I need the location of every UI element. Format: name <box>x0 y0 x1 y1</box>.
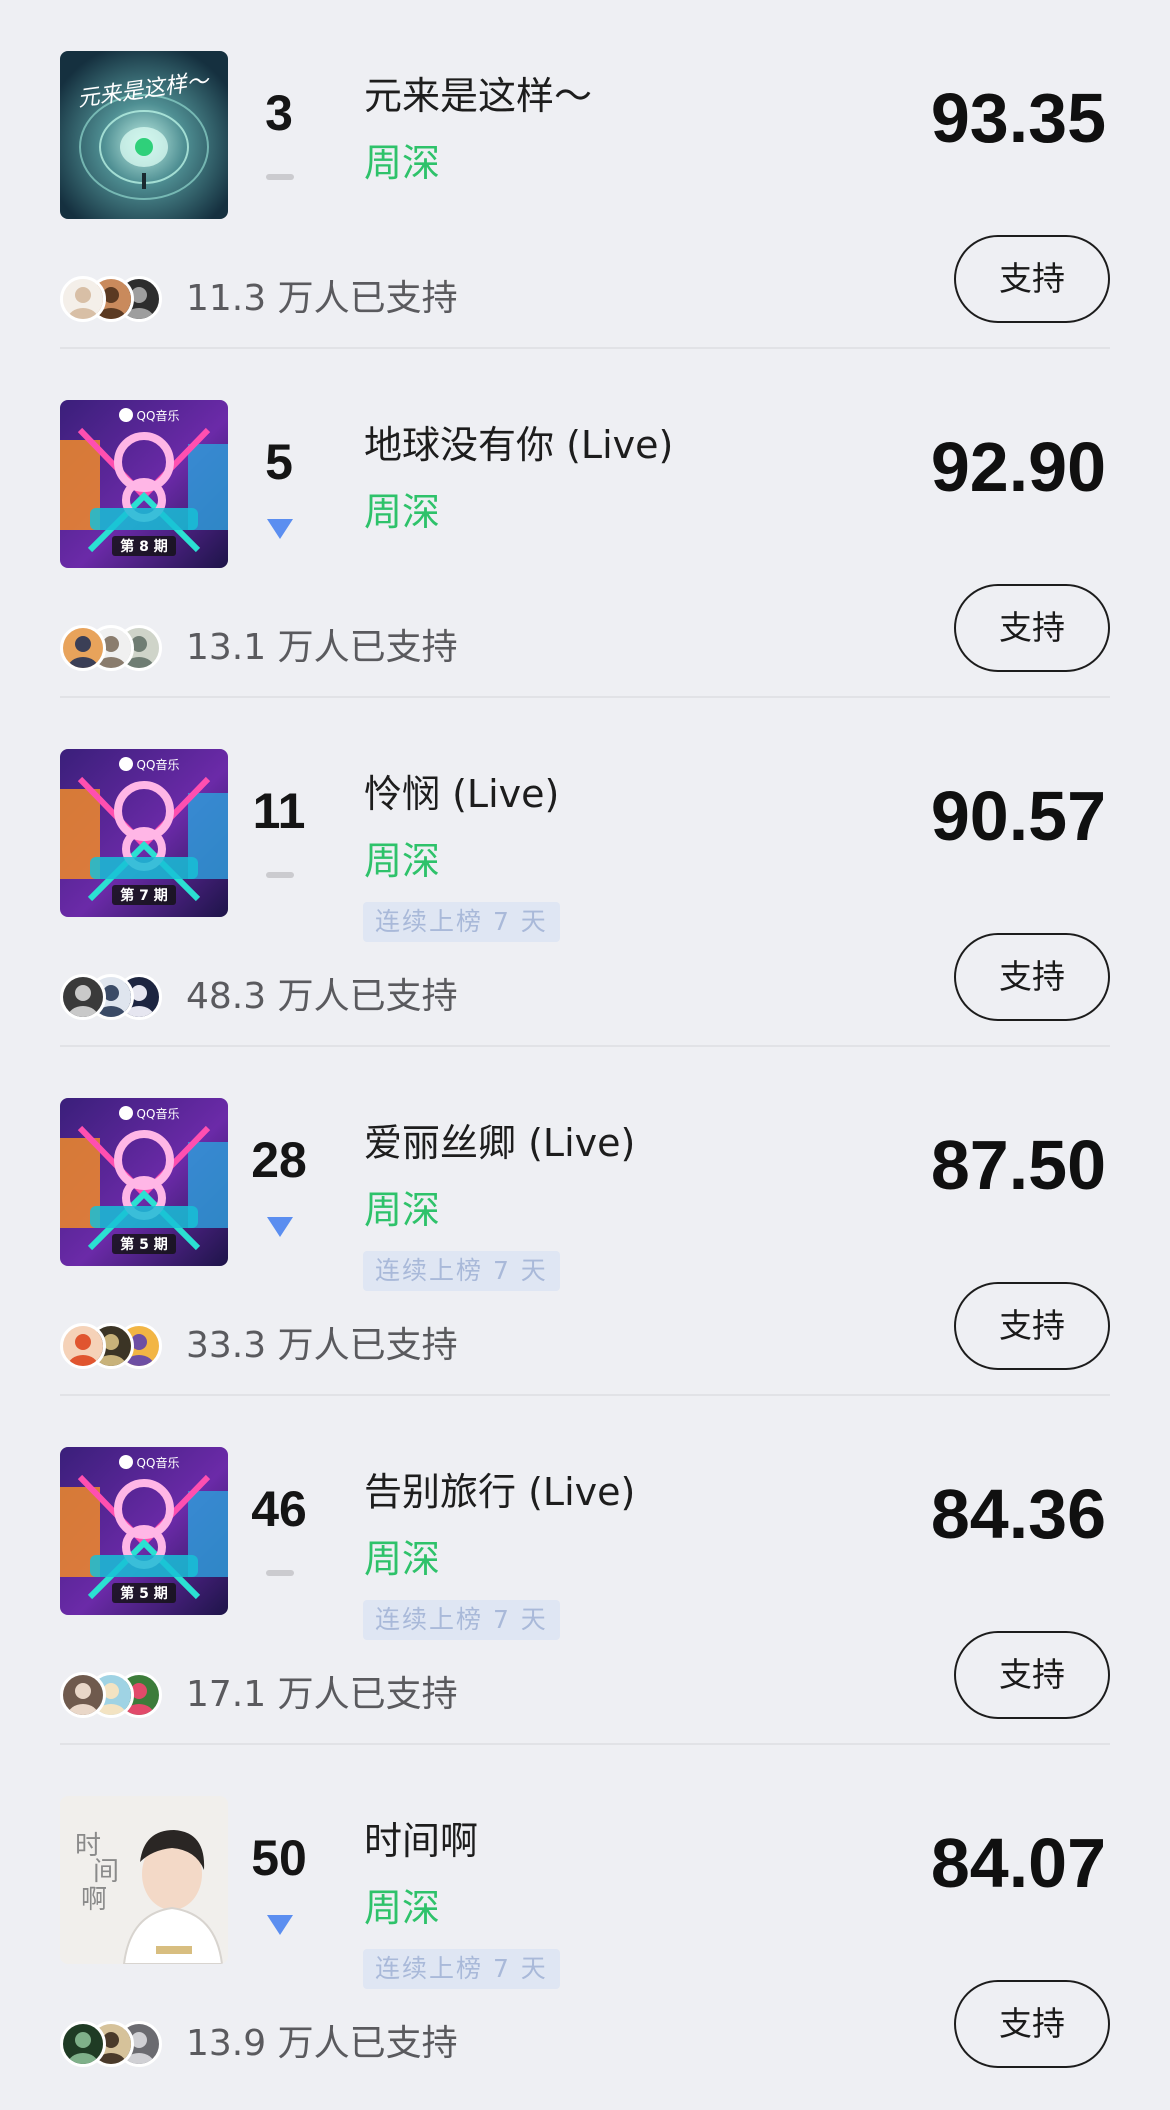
supporter-avatars <box>60 276 180 322</box>
svg-text:QQ音乐: QQ音乐 <box>137 1455 180 1470</box>
supporters-count: 13.1 万人已支持 <box>186 627 458 668</box>
rank-unchanged-icon <box>266 872 294 878</box>
album-cover[interactable]: QQ音乐 第 5 期 <box>60 1447 228 1615</box>
rank-unchanged-icon <box>266 1570 294 1576</box>
rank-number: 46 <box>251 1481 307 1537</box>
support-button[interactable]: 支持 <box>954 235 1110 323</box>
support-button[interactable]: 支持 <box>954 1980 1110 2068</box>
song-title[interactable]: 告别旅行 (Live) <box>364 1468 635 1516</box>
svg-text:第 7 期: 第 7 期 <box>120 887 168 904</box>
song-chart-list: 元来是这样～ 3 元来是这样～ 周深 93.35 支持 11.3 万人已支持 Q… <box>0 0 1170 2110</box>
supporters-count: 17.1 万人已支持 <box>186 1674 458 1715</box>
artist-name[interactable]: 周深 <box>364 488 440 536</box>
supporter-avatar <box>60 276 106 322</box>
svg-text:QQ音乐: QQ音乐 <box>137 757 180 772</box>
supporter-avatar <box>60 625 106 671</box>
svg-text:QQ音乐: QQ音乐 <box>137 1106 180 1121</box>
support-button[interactable]: 支持 <box>954 1631 1110 1719</box>
song-row[interactable]: 元来是这样～ 3 元来是这样～ 周深 93.35 支持 11.3 万人已支持 <box>0 0 1170 349</box>
album-cover[interactable]: QQ音乐 第 5 期 <box>60 1098 228 1266</box>
rank-number: 50 <box>251 1830 307 1886</box>
song-score: 87.50 <box>930 1126 1106 1204</box>
song-title[interactable]: 时间啊 <box>364 1817 478 1865</box>
supporter-avatar <box>60 1323 106 1369</box>
song-row[interactable]: QQ音乐 第 5 期 46 告别旅行 (Live) 周深 连续上榜 7 天 84… <box>0 1396 1170 1745</box>
rank-number: 5 <box>265 434 293 490</box>
song-title[interactable]: 地球没有你 (Live) <box>364 421 673 469</box>
rank-down-icon <box>266 518 294 540</box>
rank-unchanged-icon <box>266 174 294 180</box>
supporter-avatars <box>60 2021 180 2067</box>
album-cover[interactable]: 元来是这样～ <box>60 51 228 219</box>
song-title[interactable]: 怜悯 (Live) <box>364 770 559 818</box>
supporter-avatars <box>60 974 180 1020</box>
support-button[interactable]: 支持 <box>954 933 1110 1021</box>
streak-tag: 连续上榜 7 天 <box>363 902 560 942</box>
svg-text:啊: 啊 <box>81 1885 107 1915</box>
support-button[interactable]: 支持 <box>954 584 1110 672</box>
supporters-count: 11.3 万人已支持 <box>186 278 458 319</box>
supporters-count: 33.3 万人已支持 <box>186 1325 458 1366</box>
song-score: 93.35 <box>930 79 1106 157</box>
artist-name[interactable]: 周深 <box>364 837 440 885</box>
song-row[interactable]: QQ音乐 第 7 期 11 怜悯 (Live) 周深 连续上榜 7 天 90.5… <box>0 698 1170 1047</box>
album-cover[interactable]: QQ音乐 第 7 期 <box>60 749 228 917</box>
svg-text:第 5 期: 第 5 期 <box>120 1236 168 1253</box>
rank-down-icon <box>266 1914 294 1936</box>
supporter-avatars <box>60 625 180 671</box>
artist-name[interactable]: 周深 <box>364 1186 440 1234</box>
supporters-count: 13.9 万人已支持 <box>186 2023 458 2064</box>
song-title[interactable]: 元来是这样～ <box>364 72 592 120</box>
song-row[interactable]: QQ音乐 第 5 期 28 爱丽丝卿 (Live) 周深 连续上榜 7 天 87… <box>0 1047 1170 1396</box>
streak-tag: 连续上榜 7 天 <box>363 1600 560 1640</box>
song-row[interactable]: 时 间 啊 50 时间啊 周深 连续上榜 7 天 84.07 支持 13.9 万… <box>0 1745 1170 2094</box>
artist-name[interactable]: 周深 <box>364 139 440 187</box>
song-title[interactable]: 爱丽丝卿 (Live) <box>364 1119 635 1167</box>
song-score: 90.57 <box>930 777 1106 855</box>
supporter-avatars <box>60 1672 180 1718</box>
artist-name[interactable]: 周深 <box>364 1535 440 1583</box>
rank-down-icon <box>266 1216 294 1238</box>
svg-text:第 8 期: 第 8 期 <box>120 538 168 555</box>
rank-number: 3 <box>265 85 293 141</box>
song-score: 84.07 <box>930 1824 1106 1902</box>
supporter-avatar <box>60 974 106 1020</box>
rank-number: 11 <box>252 783 306 839</box>
supporter-avatar <box>60 1672 106 1718</box>
support-button[interactable]: 支持 <box>954 1282 1110 1370</box>
svg-text:间: 间 <box>93 1857 119 1887</box>
streak-tag: 连续上榜 7 天 <box>363 1949 560 1989</box>
streak-tag: 连续上榜 7 天 <box>363 1251 560 1291</box>
song-row[interactable]: QQ音乐 第 8 期 5 地球没有你 (Live) 周深 92.90 支持 13… <box>0 349 1170 698</box>
supporter-avatars <box>60 1323 180 1369</box>
supporter-avatar <box>60 2021 106 2067</box>
song-score: 92.90 <box>930 428 1106 506</box>
supporters-count: 48.3 万人已支持 <box>186 976 458 1017</box>
artist-name[interactable]: 周深 <box>364 1884 440 1932</box>
svg-text:第 5 期: 第 5 期 <box>120 1585 168 1602</box>
svg-text:QQ音乐: QQ音乐 <box>137 408 180 423</box>
rank-number: 28 <box>251 1132 307 1188</box>
album-cover[interactable]: QQ音乐 第 8 期 <box>60 400 228 568</box>
album-cover[interactable]: 时 间 啊 <box>60 1796 228 1964</box>
song-score: 84.36 <box>930 1475 1106 1553</box>
